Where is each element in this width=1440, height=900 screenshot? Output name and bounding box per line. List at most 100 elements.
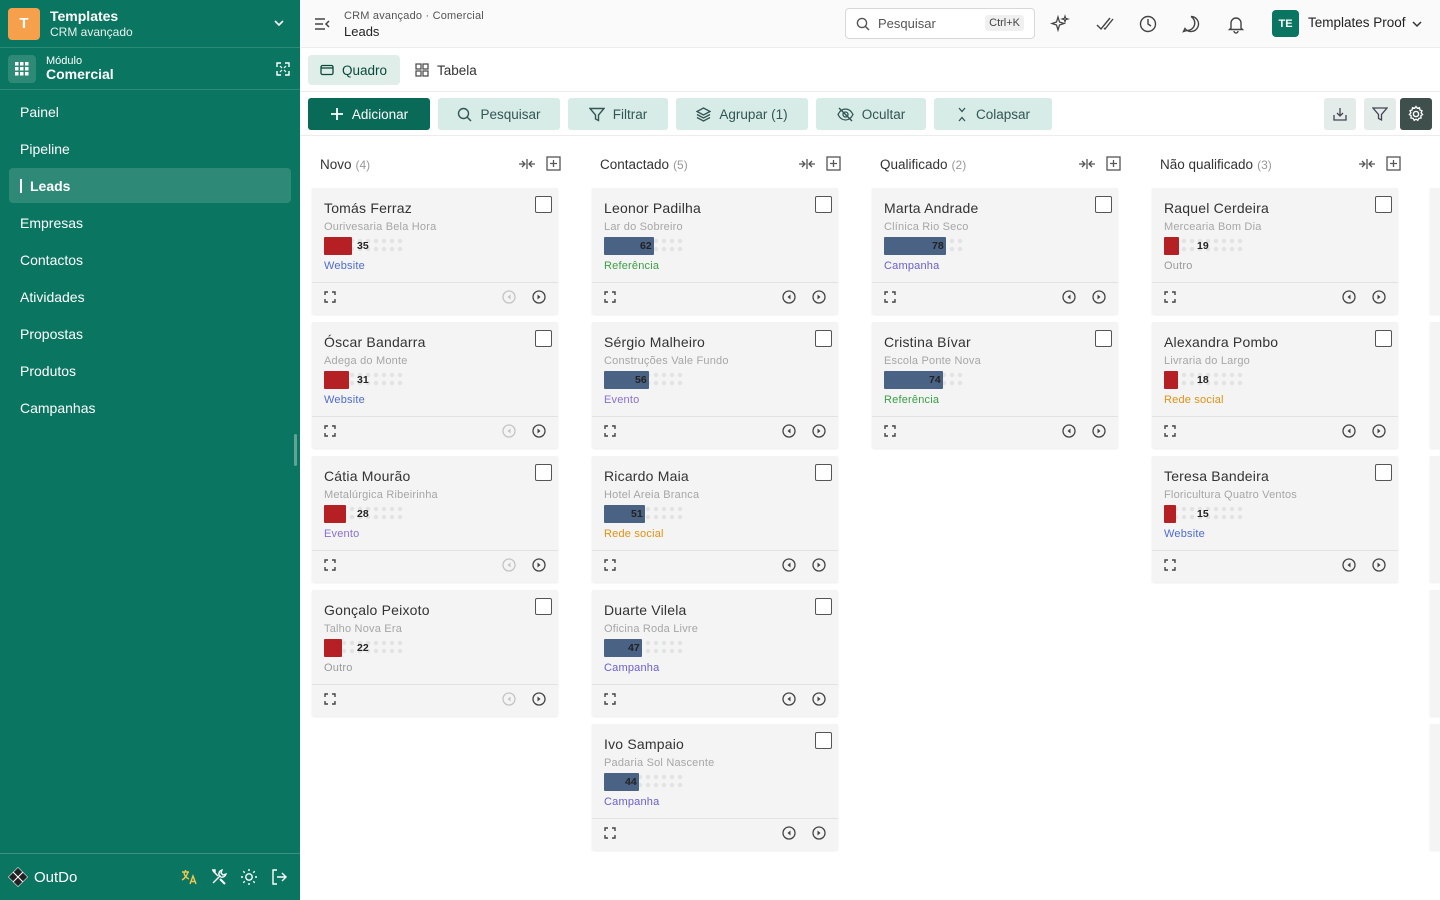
clock-icon[interactable] bbox=[1138, 14, 1158, 34]
move-left-icon[interactable] bbox=[782, 826, 796, 840]
tab-tabela[interactable]: Tabela bbox=[403, 55, 489, 85]
expand-card-icon[interactable] bbox=[604, 425, 616, 437]
lead-card[interactable]: Ricardo Maia Hotel Areia Branca 51 Rede soc… bbox=[592, 456, 838, 582]
sidebar-item-pipeline[interactable]: Pipeline bbox=[9, 131, 291, 166]
card-checkbox[interactable] bbox=[815, 464, 832, 481]
move-right-icon[interactable] bbox=[812, 692, 826, 706]
lead-card[interactable]: Sérgio Malheiro Construções Vale Fundo 56 E… bbox=[592, 322, 838, 448]
expand-card-icon[interactable] bbox=[604, 693, 616, 705]
lead-card[interactable]: Óscar Bandarra Adega do Monte 31 Website bbox=[312, 322, 558, 448]
move-right-icon[interactable] bbox=[1372, 558, 1386, 572]
collapse-column-icon[interactable] bbox=[1078, 158, 1096, 170]
card-checkbox[interactable] bbox=[1375, 196, 1392, 213]
lead-name[interactable]: Ivo Sampaio bbox=[604, 736, 684, 752]
expand-card-icon[interactable] bbox=[884, 291, 896, 303]
expand-card-icon[interactable] bbox=[1164, 291, 1176, 303]
export-button[interactable] bbox=[1324, 98, 1356, 130]
lead-name[interactable]: Ricardo Maia bbox=[604, 468, 689, 484]
sidebar-item-empresas[interactable]: Empresas bbox=[9, 205, 291, 240]
move-right-icon[interactable] bbox=[812, 826, 826, 840]
expand-card-icon[interactable] bbox=[604, 559, 616, 571]
expand-card-icon[interactable] bbox=[604, 827, 616, 839]
menu-collapse-icon[interactable] bbox=[314, 16, 330, 32]
move-right-icon[interactable] bbox=[1372, 424, 1386, 438]
card-checkbox[interactable] bbox=[535, 598, 552, 615]
sidebar-item-contactos[interactable]: Contactos bbox=[9, 242, 291, 277]
move-left-icon[interactable] bbox=[1062, 424, 1076, 438]
expand-card-icon[interactable] bbox=[1164, 425, 1176, 437]
lead-name[interactable]: Cátia Mourão bbox=[324, 468, 410, 484]
expand-card-icon[interactable] bbox=[604, 291, 616, 303]
lead-card[interactable]: Tomás Ferraz Ourivesaria Bela Hora 35 Websi… bbox=[312, 188, 558, 314]
tools-icon[interactable] bbox=[210, 868, 228, 886]
sidebar-item-propostas[interactable]: Propostas bbox=[9, 316, 291, 351]
card-checkbox[interactable] bbox=[535, 196, 552, 213]
card-checkbox[interactable] bbox=[1375, 464, 1392, 481]
move-right-icon[interactable] bbox=[1372, 290, 1386, 304]
card-checkbox[interactable] bbox=[815, 732, 832, 749]
move-right-icon[interactable] bbox=[812, 558, 826, 572]
avatar[interactable]: TE bbox=[1272, 10, 1299, 37]
lead-card[interactable]: Leonor Padilha Lar do Sobreiro 62 Referênci… bbox=[592, 188, 838, 314]
module-switcher[interactable]: Módulo Comercial bbox=[0, 48, 300, 90]
lead-name[interactable]: Alexandra Pombo bbox=[1164, 334, 1278, 350]
card-checkbox[interactable] bbox=[815, 330, 832, 347]
translate-icon[interactable] bbox=[180, 868, 198, 886]
sidebar-item-produtos[interactable]: Produtos bbox=[9, 353, 291, 388]
expand-card-icon[interactable] bbox=[324, 425, 336, 437]
sidebar-item-atividades[interactable]: Atividades bbox=[9, 279, 291, 314]
card-checkbox[interactable] bbox=[815, 598, 832, 615]
lead-card[interactable]: Teresa Bandeira Floricultura Quatro Vento… bbox=[1152, 456, 1398, 582]
move-left-icon[interactable] bbox=[1342, 558, 1356, 572]
lead-card[interactable]: Cristina Bívar Escola Ponte Nova 74 Referên… bbox=[872, 322, 1118, 448]
user-name[interactable]: Templates Proof bbox=[1308, 15, 1406, 30]
card-checkbox[interactable] bbox=[535, 330, 552, 347]
global-search-input[interactable]: Pesquisar Ctrl+K bbox=[845, 8, 1035, 39]
lead-card[interactable]: Cátia Mourão Metalúrgica Ribeirinha 28 Even… bbox=[312, 456, 558, 582]
move-left-icon[interactable] bbox=[1062, 290, 1076, 304]
lead-name[interactable]: Óscar Bandarra bbox=[324, 334, 426, 350]
move-right-icon[interactable] bbox=[532, 424, 546, 438]
workspace-switcher[interactable]: T Templates CRM avançado bbox=[0, 0, 300, 48]
move-right-icon[interactable] bbox=[1092, 290, 1106, 304]
filter-button[interactable]: Filtrar bbox=[568, 98, 668, 130]
move-right-icon[interactable] bbox=[532, 290, 546, 304]
add-card-icon[interactable] bbox=[1386, 156, 1401, 171]
sidebar-item-campanhas[interactable]: Campanhas bbox=[9, 390, 291, 425]
lead-card[interactable]: Ivo Sampaio Padaria Sol Nascente 44 Campanh… bbox=[592, 724, 838, 850]
chevron-down-icon[interactable] bbox=[272, 16, 286, 30]
move-right-icon[interactable] bbox=[532, 558, 546, 572]
move-left-icon[interactable] bbox=[782, 290, 796, 304]
move-left-icon[interactable] bbox=[782, 424, 796, 438]
move-left-icon[interactable] bbox=[782, 692, 796, 706]
group-button[interactable]: Agrupar (1) bbox=[676, 98, 808, 130]
expand-card-icon[interactable] bbox=[1164, 559, 1176, 571]
sparkles-ai-icon[interactable] bbox=[1050, 14, 1070, 34]
sidebar-item-leads[interactable]: Leads bbox=[9, 168, 291, 203]
lead-name[interactable]: Cristina Bívar bbox=[884, 334, 971, 350]
hide-button[interactable]: Ocultar bbox=[816, 98, 926, 130]
lead-name[interactable]: Leonor Padilha bbox=[604, 200, 701, 216]
move-left-icon[interactable] bbox=[1342, 290, 1356, 304]
collapse-column-icon[interactable] bbox=[518, 158, 536, 170]
lead-name[interactable]: Teresa Bandeira bbox=[1164, 468, 1269, 484]
lead-name[interactable]: Duarte Vilela bbox=[604, 602, 687, 618]
expand-card-icon[interactable] bbox=[324, 291, 336, 303]
expand-card-icon[interactable] bbox=[884, 425, 896, 437]
move-left-icon[interactable] bbox=[1342, 424, 1356, 438]
lead-card[interactable]: Alexandra Pombo Livraria do Largo 18 Rede s… bbox=[1152, 322, 1398, 448]
double-check-icon[interactable] bbox=[1095, 14, 1115, 34]
expand-icon[interactable] bbox=[276, 62, 290, 76]
collapse-column-icon[interactable] bbox=[798, 158, 816, 170]
settings-button[interactable] bbox=[1400, 98, 1432, 130]
move-left-icon[interactable] bbox=[782, 558, 796, 572]
move-right-icon[interactable] bbox=[812, 290, 826, 304]
chat-icon[interactable] bbox=[1181, 14, 1201, 34]
lead-name[interactable]: Raquel Cerdeira bbox=[1164, 200, 1269, 216]
lead-name[interactable]: Tomás Ferraz bbox=[324, 200, 412, 216]
lead-card[interactable]: Duarte Vilela Oficina Roda Livre 47 Campanh… bbox=[592, 590, 838, 716]
move-right-icon[interactable] bbox=[532, 692, 546, 706]
move-right-icon[interactable] bbox=[812, 424, 826, 438]
add-card-icon[interactable] bbox=[1106, 156, 1121, 171]
expand-card-icon[interactable] bbox=[324, 559, 336, 571]
